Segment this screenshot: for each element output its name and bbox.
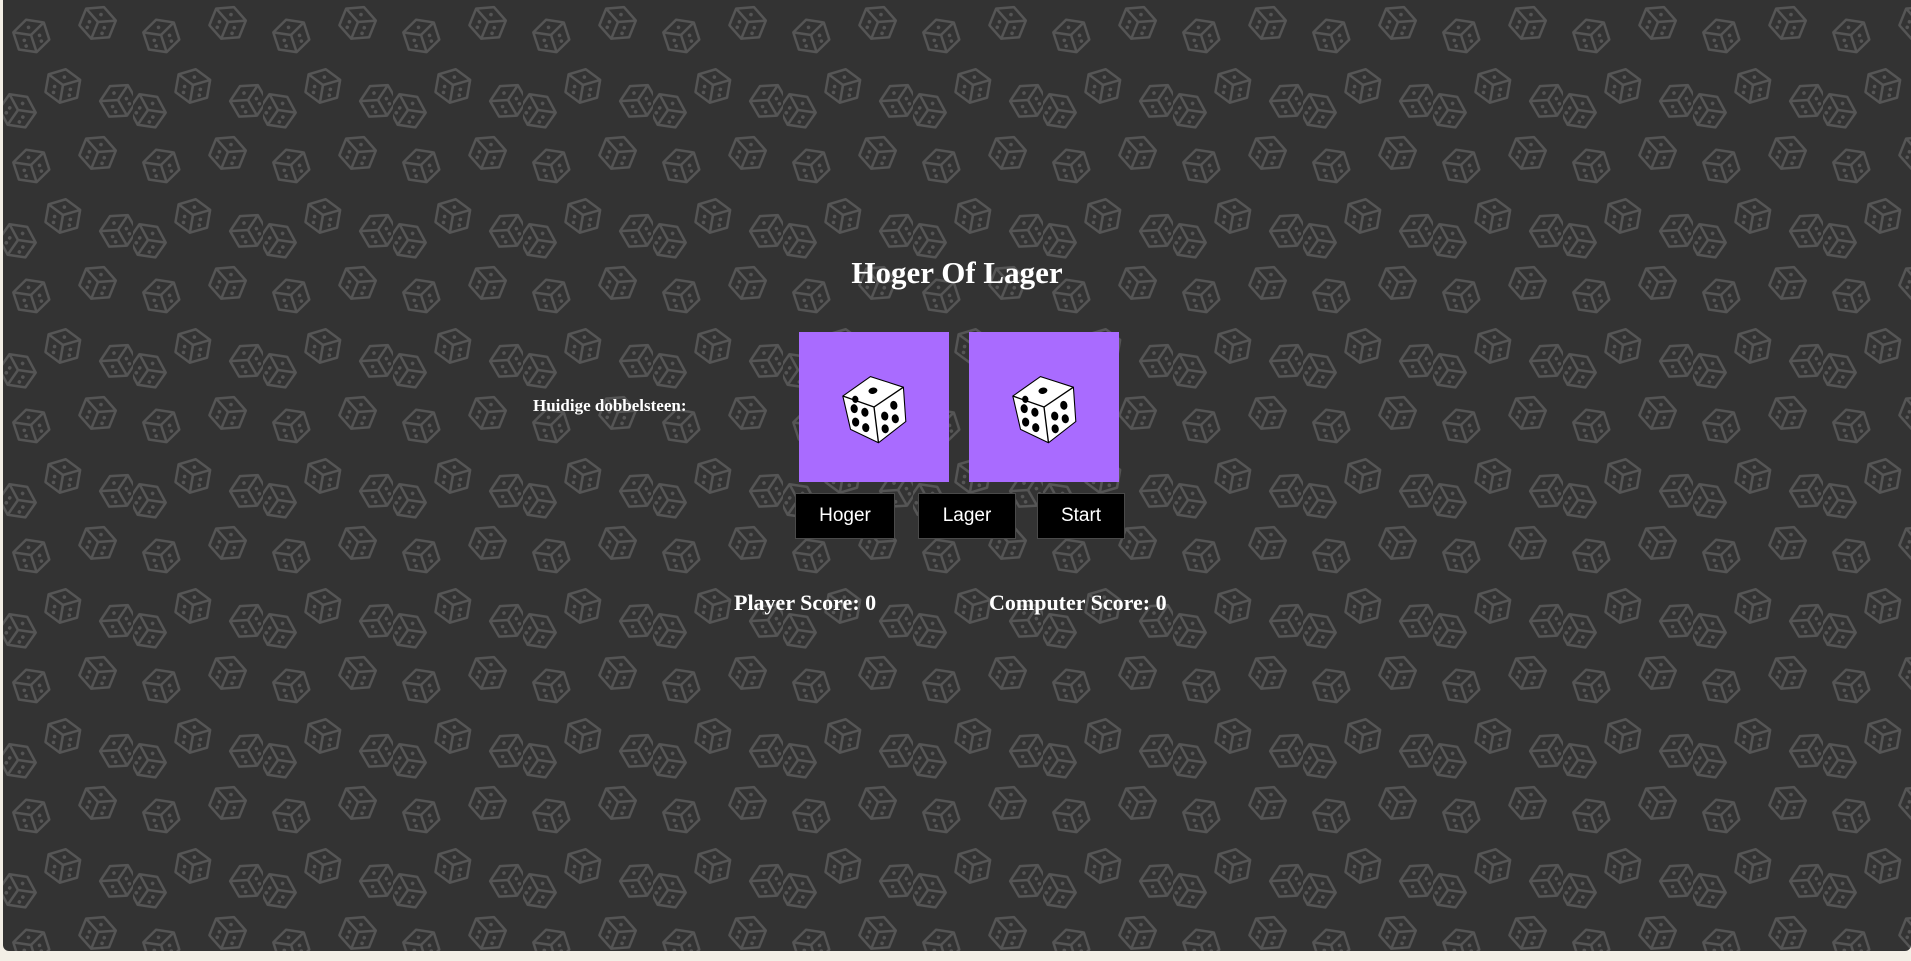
computer-score: Computer Score: 0 xyxy=(989,588,1167,618)
start-button[interactable]: Start xyxy=(1037,493,1125,539)
die-five-icon xyxy=(842,375,907,444)
die-five-icon xyxy=(1012,375,1077,444)
current-die-label: Huidige dobbelsteen: xyxy=(533,396,687,415)
game-title: Hoger Of Lager xyxy=(851,255,1063,290)
computer-score-label: Computer Score: xyxy=(989,590,1151,615)
player-score-value: 0 xyxy=(865,590,877,615)
higher-button[interactable]: Hoger xyxy=(795,493,895,539)
lower-button[interactable]: Lager xyxy=(918,493,1016,539)
dice-background-pattern xyxy=(3,0,1911,951)
player-score: Player Score: 0 xyxy=(734,588,876,618)
next-die-card xyxy=(969,332,1119,482)
game-window: Hoger Of Lager Huidige dobbelsteen: Hoge… xyxy=(3,0,1911,951)
player-score-label: Player Score: xyxy=(734,590,860,615)
current-die-card xyxy=(799,332,949,482)
computer-score-value: 0 xyxy=(1155,590,1167,615)
